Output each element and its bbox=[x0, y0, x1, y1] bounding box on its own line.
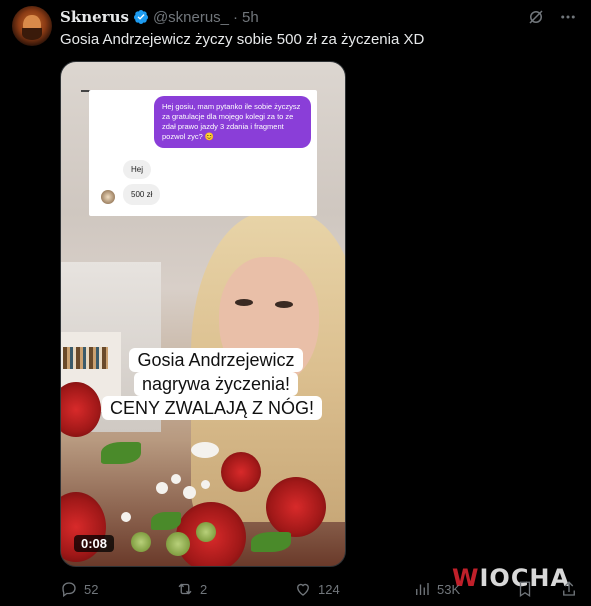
chat-screenshot: Hej gosiu, mam pytanko ile sobie życzysz… bbox=[89, 90, 317, 216]
video-player[interactable]: Hej gosiu, mam pytanko ile sobie życzysz… bbox=[60, 61, 346, 567]
share-icon bbox=[563, 581, 575, 596]
caption-line: Gosia Andrzejewicz bbox=[129, 348, 303, 372]
background-books bbox=[63, 347, 108, 369]
avatar[interactable] bbox=[12, 6, 52, 46]
verified-badge-icon bbox=[133, 10, 148, 24]
ceiling-lamp bbox=[81, 62, 181, 92]
bookmark-button[interactable] bbox=[516, 580, 540, 598]
tweet-header: Sknerus @sknerus_ · 5h bbox=[60, 8, 259, 26]
video-duration: 0:08 bbox=[74, 535, 115, 552]
top-icons bbox=[527, 8, 577, 26]
tweet[interactable]: Sknerus @sknerus_ · 5h Gosia Andrzejewic… bbox=[0, 0, 591, 606]
chat-message-out: Hej gosiu, mam pytanko ile sobie życzysz… bbox=[154, 96, 311, 148]
like-count: 124 bbox=[318, 581, 340, 597]
more-icon[interactable] bbox=[559, 8, 577, 26]
caption-line: nagrywa życzenia! bbox=[133, 372, 299, 396]
views-count: 53K bbox=[437, 581, 461, 597]
repost-button[interactable]: 2 bbox=[176, 580, 207, 598]
separator-dot: · bbox=[233, 8, 239, 26]
chat-avatar bbox=[101, 190, 115, 204]
action-bar: 52 2 124 53K bbox=[60, 580, 591, 602]
bookmark-icon bbox=[519, 581, 531, 598]
avatar-beard bbox=[22, 28, 42, 40]
repost-count: 2 bbox=[200, 581, 208, 597]
reply-button[interactable]: 52 bbox=[60, 580, 98, 598]
grok-icon[interactable] bbox=[527, 8, 545, 26]
views-button[interactable]: 53K bbox=[413, 580, 460, 598]
post-time[interactable]: 5h bbox=[242, 9, 259, 26]
author-name[interactable]: Sknerus bbox=[60, 8, 129, 26]
tweet-text: Gosia Andrzejewicz życzy sobie 500 zł za… bbox=[60, 31, 425, 48]
person-eye-right bbox=[275, 301, 293, 308]
chat-message-in: 500 zł bbox=[123, 184, 161, 205]
share-button[interactable] bbox=[560, 580, 584, 598]
heart-icon bbox=[297, 583, 309, 596]
video-caption: Gosia Andrzejewicz nagrywa życzenia! CEN… bbox=[101, 348, 326, 420]
repost-icon bbox=[178, 583, 192, 595]
reply-count: 52 bbox=[84, 581, 99, 597]
caption-line: CENY ZWALAJĄ Z NÓG! bbox=[101, 396, 323, 420]
person-eye-left bbox=[235, 299, 253, 306]
reply-icon bbox=[62, 582, 76, 598]
views-icon bbox=[416, 583, 429, 595]
author-handle[interactable]: @sknerus_ bbox=[153, 9, 229, 26]
chat-message-in: Hej bbox=[123, 160, 152, 179]
like-button[interactable]: 124 bbox=[294, 580, 340, 598]
